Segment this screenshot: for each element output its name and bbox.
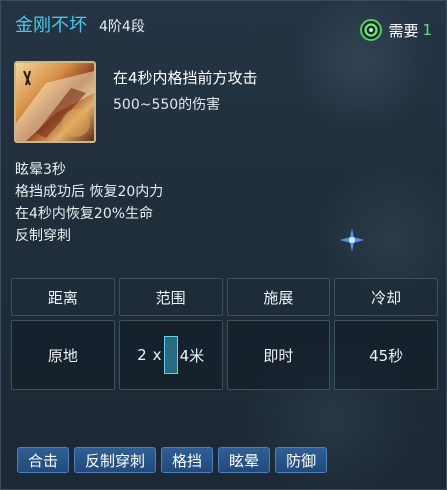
stats-table: 距离 范围 施展 冷却 原地 2 x 4米 即时 45秒 — [11, 278, 438, 390]
tag-list: 合击 反制穿刺 格挡 眩晕 防御 — [17, 447, 328, 473]
effect-item: 反制穿刺 — [15, 228, 71, 244]
requirement-value: 1 — [422, 21, 432, 39]
value-distance: 原地 — [11, 320, 115, 390]
header-range: 范围 — [118, 278, 223, 316]
header-cast: 施展 — [226, 278, 331, 316]
skill-title: 金刚不坏 — [15, 15, 87, 36]
tag-defense: 防御 — [275, 447, 328, 473]
effect-item: 格挡成功后 恢复20内力 — [15, 184, 164, 200]
requirement-label: 需要 — [388, 21, 419, 40]
requirement-icon — [360, 19, 383, 41]
effects-list: 眩晕3秒 格挡成功后 恢复20内力 在4秒内恢复20%生命 反制穿刺 — [15, 159, 163, 247]
value-cast: 即时 — [226, 320, 331, 390]
skill-description: 在4秒内格挡前方攻击 — [113, 69, 258, 87]
title-row: 金刚不坏 4阶4段 — [15, 11, 145, 39]
value-range: 2 x 4米 — [118, 320, 223, 390]
header-cooldown: 冷却 — [334, 278, 438, 316]
effect-item: 在4秒内恢复20%生命 — [15, 206, 154, 222]
value-cooldown: 45秒 — [334, 320, 438, 390]
requirement: 需要 1 — [360, 19, 432, 41]
skill-damage: 500~550的伤害 — [113, 97, 221, 113]
sparkle-icon — [340, 228, 364, 252]
range-display: 2 x 4米 — [137, 336, 204, 374]
skill-artwork-icon — [16, 70, 94, 141]
skill-stage: 4阶4段 — [99, 19, 145, 35]
skill-icon — [14, 61, 96, 143]
effect-item: 眩晕3秒 — [15, 162, 66, 178]
range-left: 2 — [137, 346, 147, 364]
range-right: 4米 — [179, 346, 205, 365]
header-distance: 距离 — [11, 278, 115, 316]
skill-tooltip: 金刚不坏 4阶4段 需要 1 在4秒内格挡前方攻击 500~550的伤害 眩晕3… — [0, 0, 447, 490]
tag-counter-pierce: 反制穿刺 — [74, 447, 157, 473]
tag-combo: 合击 — [17, 447, 70, 473]
tag-stun: 眩晕 — [218, 447, 271, 473]
range-area-indicator — [163, 336, 178, 374]
tag-block: 格挡 — [161, 447, 214, 473]
range-x: x — [152, 346, 162, 364]
